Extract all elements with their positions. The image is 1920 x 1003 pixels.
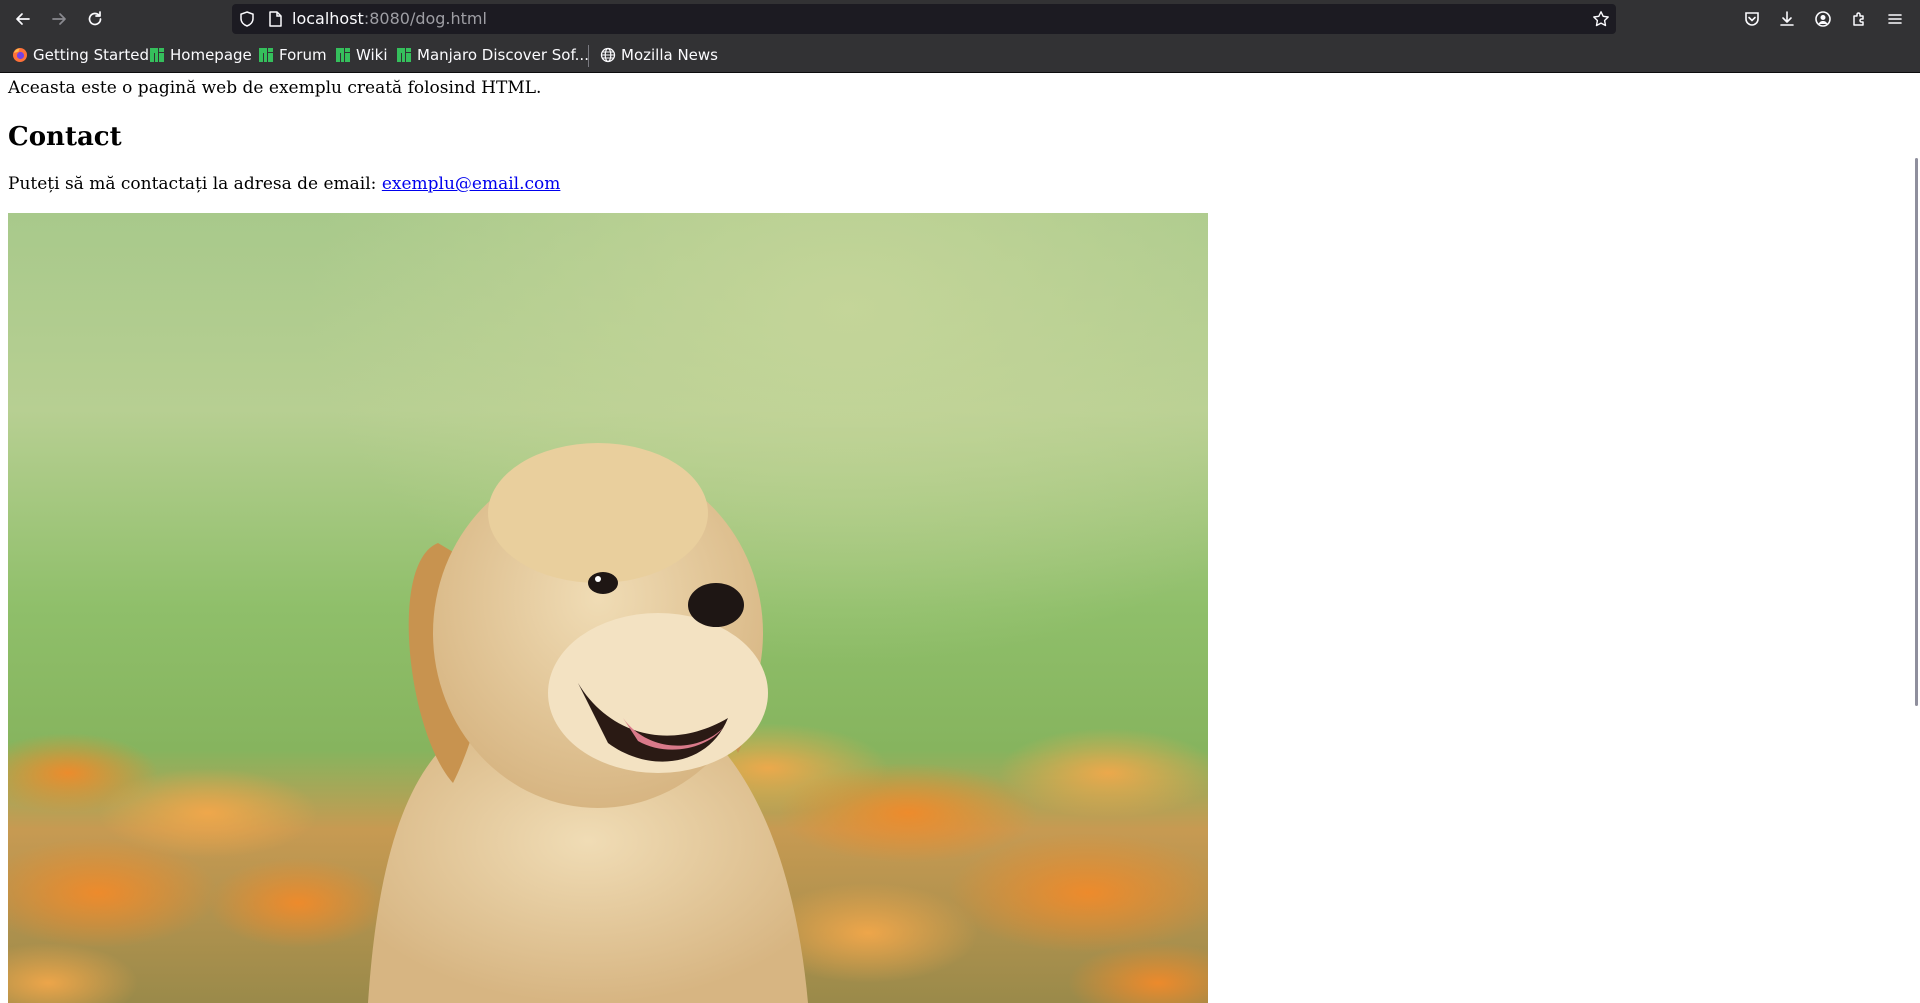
reload-icon bbox=[88, 11, 102, 26]
bookmark-label: Forum bbox=[279, 46, 327, 64]
url-path: :8080/dog.html bbox=[363, 9, 487, 28]
bookmark-star-icon[interactable] bbox=[1592, 10, 1610, 28]
manjaro-icon bbox=[336, 48, 350, 62]
downloads-button[interactable] bbox=[1773, 5, 1801, 33]
menu-icon bbox=[1888, 14, 1902, 24]
account-button[interactable] bbox=[1809, 5, 1837, 33]
bookmark-label: Mozilla News bbox=[621, 46, 718, 64]
account-icon bbox=[1815, 11, 1831, 27]
forward-arrow-icon bbox=[52, 13, 66, 25]
back-arrow-icon bbox=[16, 13, 30, 25]
email-link[interactable]: exemplu@email.com bbox=[382, 174, 561, 194]
manjaro-icon bbox=[150, 48, 164, 62]
extensions-button[interactable] bbox=[1845, 5, 1873, 33]
url-host: localhost bbox=[292, 9, 364, 28]
bookmark-label: Wiki bbox=[356, 46, 388, 64]
browser-toolbar: localhost:8080/dog.html bbox=[0, 0, 1920, 38]
bookmark-getting-started[interactable]: Getting Started bbox=[12, 38, 149, 72]
golden-retriever-puppy-image bbox=[8, 213, 1208, 1003]
bookmark-label: Manjaro Discover Sof... bbox=[417, 46, 589, 64]
intro-text: Aceasta este o pagină web de exemplu cre… bbox=[8, 78, 542, 98]
reload-button[interactable] bbox=[81, 5, 109, 33]
bookmark-homepage[interactable]: Homepage bbox=[149, 38, 252, 72]
manjaro-icon bbox=[397, 48, 411, 62]
url-bar[interactable]: localhost:8080/dog.html bbox=[232, 4, 1616, 34]
back-button[interactable] bbox=[9, 5, 37, 33]
pocket-icon bbox=[1745, 12, 1759, 26]
vertical-scrollbar[interactable] bbox=[1915, 158, 1918, 706]
downloads-icon bbox=[1780, 11, 1794, 26]
contact-paragraph: Puteți să mă contactați la adresa de ema… bbox=[8, 174, 560, 194]
bookmark-label: Homepage bbox=[170, 46, 252, 64]
forward-button[interactable] bbox=[45, 5, 73, 33]
bookmark-manjaro-discover[interactable]: Manjaro Discover Sof... bbox=[396, 38, 589, 72]
firefox-icon bbox=[13, 48, 27, 62]
menu-button[interactable] bbox=[1881, 5, 1909, 33]
globe-icon bbox=[600, 47, 616, 63]
bookmark-forum[interactable]: Forum bbox=[258, 38, 327, 72]
manjaro-icon bbox=[259, 48, 273, 62]
bookmark-label: Getting Started bbox=[33, 46, 149, 64]
pocket-button[interactable] bbox=[1738, 5, 1766, 33]
url-text[interactable]: localhost:8080/dog.html bbox=[292, 4, 487, 34]
extensions-icon bbox=[1853, 12, 1864, 26]
contact-heading: Contact bbox=[8, 122, 122, 152]
bookmarks-toolbar: Getting Started Homepage Forum Wiki Manj… bbox=[0, 38, 1920, 73]
bookmark-wiki[interactable]: Wiki bbox=[335, 38, 388, 72]
tracking-shield-icon[interactable] bbox=[238, 10, 256, 28]
page-icon[interactable] bbox=[266, 10, 284, 28]
contact-text: Puteți să mă contactați la adresa de ema… bbox=[8, 174, 382, 194]
bookmarks-separator bbox=[588, 45, 589, 67]
page-content: Aceasta este o pagină web de exemplu cre… bbox=[0, 72, 1920, 1003]
bookmark-mozilla-news[interactable]: Mozilla News bbox=[600, 38, 718, 72]
